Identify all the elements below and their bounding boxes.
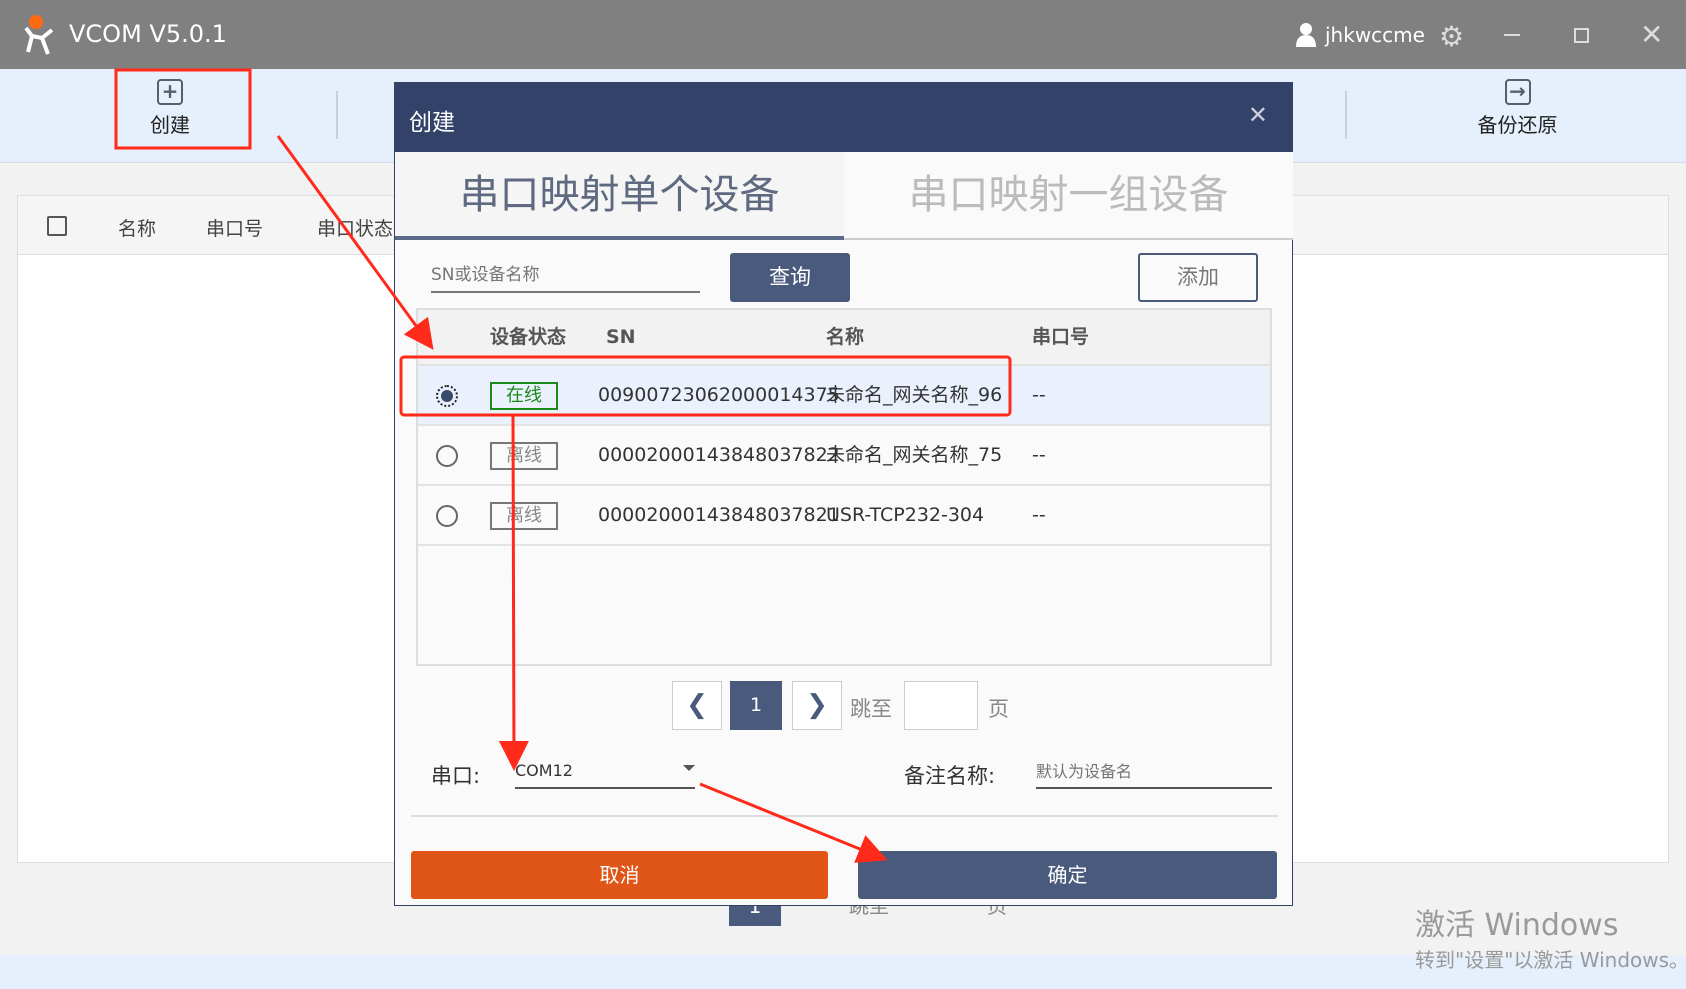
windows-activation-watermark: 激活 Windows 转到"设置"以激活 Windows。	[1415, 900, 1686, 973]
annotation-arrow	[498, 414, 529, 771]
annotation-box-create	[114, 68, 252, 150]
watermark-line1: 激活 Windows	[1415, 908, 1619, 943]
annotation-overlay	[114, 68, 1012, 863]
annotation-box-row	[399, 355, 1012, 417]
annotation-arrow	[699, 782, 888, 863]
watermark-line2: 转到"设置"以激活 Windows。	[1415, 948, 1686, 972]
annotation-arrow	[276, 135, 434, 350]
